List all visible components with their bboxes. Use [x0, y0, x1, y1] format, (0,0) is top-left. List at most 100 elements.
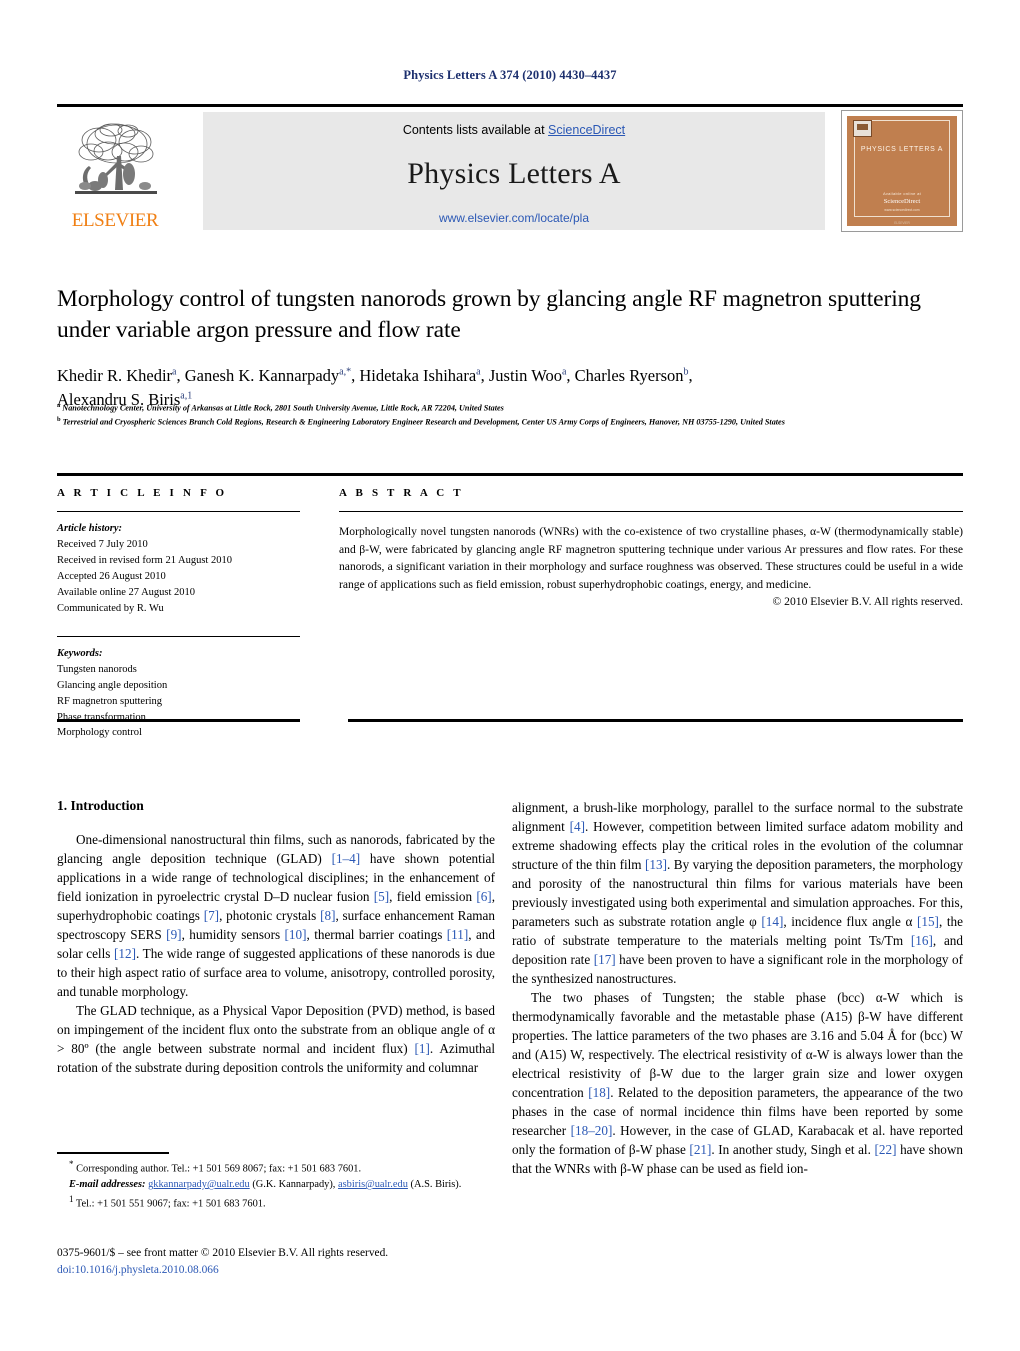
author-affil-mark: a — [561, 366, 567, 378]
keywords-block: Keywords: Tungsten nanorods Glancing ang… — [57, 646, 300, 742]
abstract-copyright: © 2010 Elsevier B.V. All rights reserved… — [772, 595, 963, 609]
affiliation-item: a Nanotechnology Center, University of A… — [57, 401, 963, 415]
author-affil-mark: a — [172, 366, 177, 378]
author-name: Ganesh K. Kannarpady — [184, 366, 340, 386]
footnote-corresponding-author: * Corresponding author. Tel.: +1 501 569… — [57, 1158, 495, 1177]
paragraph-text: alignment, a brush-like morphology, para… — [512, 800, 963, 986]
section-heading-introduction: 1. Introduction — [57, 798, 144, 813]
abstract-rule — [339, 511, 963, 512]
footnote-emails: E-mail addresses: gkkannarpady@ualr.edu … — [57, 1177, 495, 1193]
history-item: Communicated by R. Wu — [57, 602, 164, 614]
cover-title-text: PHYSICS LETTERS A — [860, 146, 944, 153]
journal-banner: ELSEVIER Contents lists available at Sci… — [57, 104, 963, 232]
footnote-block: * Corresponding author. Tel.: +1 501 569… — [57, 1158, 495, 1212]
keyword-item: Tungsten nanorods — [57, 663, 137, 675]
paragraph: The two phases of Tungsten; the stable p… — [512, 988, 963, 1178]
affiliation-text: Nanotechnology Center, University of Ark… — [62, 403, 504, 413]
email-link-kannarpady[interactable]: gkkannarpady@ualr.edu — [148, 1179, 250, 1190]
body-left-column: 1. Introduction One-dimensional nanostru… — [57, 798, 495, 1077]
email-link-biris[interactable]: asbiris@ualr.edu — [338, 1179, 408, 1190]
author-item: Charles Ryersonb — [575, 366, 689, 385]
contents-available-line: Contents lists available at ScienceDirec… — [203, 112, 825, 137]
cover-foot-url: www.sciencedirect.com — [884, 208, 920, 212]
cover-foot-publisher: ELSEVIER — [894, 221, 910, 225]
history-item: Available online 27 August 2010 — [57, 586, 196, 598]
author-affil-mark: a,* — [339, 366, 352, 378]
affiliation-list: a Nanotechnology Center, University of A… — [57, 401, 963, 430]
footnote-marker-asterisk: * — [69, 1159, 74, 1169]
elsevier-tree-icon — [65, 118, 165, 210]
sciencedirect-link[interactable]: ScienceDirect — [548, 123, 625, 137]
journal-title: Physics Letters A — [407, 157, 621, 190]
abstract-column: A B S T R A C T Morphologically novel tu… — [339, 487, 963, 608]
author-item: Hidetaka Ishiharaa — [359, 366, 480, 385]
article-history-label: Article history: — [57, 523, 123, 534]
history-item: Accepted 26 August 2010 — [57, 570, 166, 582]
doi-link[interactable]: doi:10.1016/j.physleta.2010.08.066 — [57, 1262, 495, 1279]
affiliation-item: b Terrestrial and Cryospheric Sciences B… — [57, 415, 963, 429]
article-info-column: A R T I C L E I N F O Article history: R… — [57, 487, 300, 741]
author-affil-mark: a — [476, 366, 481, 378]
info-section-top-rule — [57, 473, 963, 476]
author-affil-mark: b — [683, 366, 689, 378]
title-block: Morphology control of tungsten nanorods … — [57, 284, 963, 412]
banner-center-panel: Contents lists available at ScienceDirec… — [203, 112, 825, 230]
history-item: Received in revised form 21 August 2010 — [57, 554, 232, 566]
footnote-marker-one: 1 — [69, 1193, 74, 1204]
journal-cover-thumbnail[interactable]: PHYSICS LETTERS A Available online at Sc… — [841, 110, 963, 232]
author-item: Ganesh K. Kannarpadya,* — [185, 366, 351, 385]
cover-artwork: PHYSICS LETTERS A Available online at Sc… — [847, 116, 957, 226]
affiliation-text: Terrestrial and Cryospheric Sciences Bra… — [62, 418, 785, 428]
article-info-heading: A R T I C L E I N F O — [57, 487, 228, 499]
issn-line: 0375-9601/$ – see front matter © 2010 El… — [57, 1247, 389, 1259]
page-title: Morphology control of tungsten nanorods … — [57, 286, 921, 344]
article-info-rule — [57, 511, 300, 512]
keywords-label: Keywords: — [57, 647, 103, 659]
author-name: Khedir R. Khedir — [57, 366, 173, 386]
journal-article-page: Physics Letters A 374 (2010) 4430–4437 E… — [0, 0, 1020, 1351]
running-head: Physics Letters A 374 (2010) 4430–4437 — [403, 68, 617, 82]
elsevier-wordmark: ELSEVIER — [71, 210, 159, 231]
article-history-block: Article history: Received 7 July 2010 Re… — [57, 521, 300, 617]
paragraph-text: The two phases of Tungsten; the stable p… — [512, 990, 964, 1176]
author-name: Justin Woo — [488, 366, 562, 386]
journal-homepage-link[interactable]: www.elsevier.com/locate/pla — [203, 211, 825, 225]
author-name: Hidetaka Ishihara — [359, 366, 477, 386]
author-name: Charles Ryerson — [574, 366, 684, 386]
paragraph-text: One-dimensional nanostructural thin film… — [57, 832, 496, 999]
contents-prefix: Contents lists available at — [402, 123, 549, 137]
history-item: Received 7 July 2010 — [57, 538, 148, 550]
paragraph: One-dimensional nanostructural thin film… — [57, 830, 495, 1001]
keywords-rule — [57, 635, 300, 637]
paragraph: The GLAD technique, as a Physical Vapor … — [57, 1001, 495, 1077]
email-owner-1: (G.K. Kannarpady), — [252, 1179, 336, 1191]
affiliation-mark: a — [57, 402, 61, 409]
footnote-text: Tel.: +1 501 551 9067; fax: +1 501 683 7… — [75, 1198, 266, 1210]
keyword-item: Phase transformation — [57, 711, 146, 723]
author-item: Justin Wooa — [489, 366, 567, 385]
abstract-heading: A B S T R A C T — [339, 487, 464, 499]
footnote-separator-rule — [57, 1152, 169, 1154]
keyword-item: Morphology control — [57, 727, 142, 739]
issn-copyright-block: 0375-9601/$ – see front matter © 2010 El… — [57, 1245, 495, 1279]
keyword-item: RF magnetron sputtering — [57, 695, 162, 707]
abstract-text: Morphologically novel tungsten nanorods … — [339, 525, 963, 591]
email-label: E-mail addresses: — [69, 1179, 146, 1191]
paragraph: alignment, a brush-like morphology, para… — [512, 798, 963, 988]
footnote-note-1: 1 Tel.: +1 501 551 9067; fax: +1 501 683… — [57, 1193, 495, 1212]
abstract-bottom-rule — [348, 719, 963, 722]
cover-publisher-badge-icon — [853, 120, 872, 137]
cover-foot-sciencedirect: ScienceDirect — [883, 198, 921, 205]
author-affil-mark: a,1 — [180, 390, 193, 402]
cover-foot-available: Available online at — [882, 191, 922, 196]
banner-top-rule — [57, 104, 963, 107]
body-right-column: alignment, a brush-like morphology, para… — [512, 798, 963, 1178]
keyword-item: Glancing angle deposition — [57, 679, 168, 691]
elsevier-logo: ELSEVIER — [57, 112, 173, 230]
paragraph-text: The GLAD technique, as a Physical Vapor … — [57, 1003, 495, 1075]
article-info-bottom-rule — [57, 719, 300, 722]
affiliation-mark: b — [57, 416, 61, 424]
author-item: Khedir R. Khedira — [57, 366, 176, 385]
footnote-text: Corresponding author. Tel.: +1 501 569 8… — [76, 1163, 362, 1175]
